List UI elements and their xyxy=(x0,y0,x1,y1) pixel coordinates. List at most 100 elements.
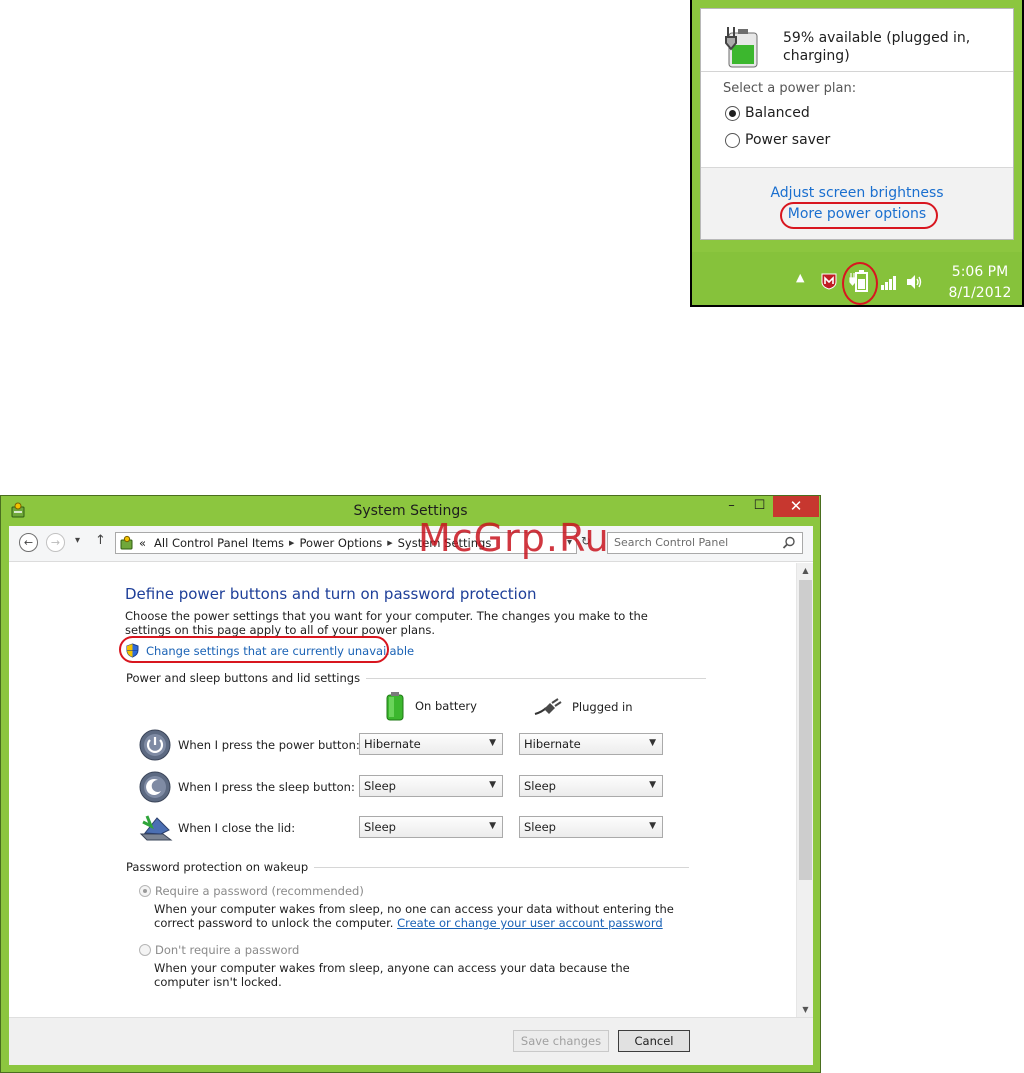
select-value: Sleep xyxy=(364,779,396,793)
on-battery-column-header: On battery xyxy=(385,691,477,721)
scroll-thumb[interactable] xyxy=(799,580,812,880)
flyout-links-area: Adjust screen brightness More power opti… xyxy=(701,167,1013,239)
change-unavailable-settings-link[interactable]: Change settings that are currently unava… xyxy=(125,643,414,658)
taskbar: ▲ 5:06 PM 8/1/2012 xyxy=(692,252,1022,305)
breadcrumb-power-options[interactable]: Power Options xyxy=(299,536,382,550)
select-value: Sleep xyxy=(524,820,556,834)
chevron-down-icon: ▼ xyxy=(489,738,496,748)
power-buttons-group-label: Power and sleep buttons and lid settings xyxy=(126,671,707,685)
uac-shield-icon xyxy=(126,643,139,658)
breadcrumb-all-control-panel-items[interactable]: All Control Panel Items xyxy=(154,536,284,550)
up-button[interactable]: ↑ xyxy=(95,533,106,548)
lid-close-battery-select[interactable]: Sleep ▼ xyxy=(359,816,503,838)
forward-button[interactable]: → xyxy=(46,533,65,552)
clock-date: 8/1/2012 xyxy=(948,285,1012,301)
content-area: Define power buttons and turn on passwor… xyxy=(9,563,813,1065)
page-description: Choose the power settings that you want … xyxy=(125,609,648,637)
group-divider xyxy=(314,866,690,868)
taskbar-clock[interactable]: 5:06 PM 8/1/2012 xyxy=(940,262,1020,304)
cancel-button[interactable]: Cancel xyxy=(618,1030,690,1052)
address-bar[interactable]: « All Control Panel Items ▶ Power Option… xyxy=(115,532,577,554)
on-battery-label: On battery xyxy=(415,699,477,713)
plugged-in-column-header: Plugged in xyxy=(534,698,633,716)
more-power-options-link[interactable]: More power options xyxy=(701,206,1013,222)
save-changes-button[interactable]: Save changes xyxy=(513,1030,609,1052)
plan-radio-balanced[interactable]: Balanced xyxy=(725,105,810,121)
adjust-brightness-link[interactable]: Adjust screen brightness xyxy=(701,185,1013,201)
chevron-down-icon: ▼ xyxy=(489,780,496,790)
battery-column-icon xyxy=(386,692,404,721)
plan-label: Balanced xyxy=(745,105,810,121)
window-client: ← → ▾ ↑ « All Control Panel Items ▶ Powe… xyxy=(9,526,813,1065)
sleep-button-icon xyxy=(139,771,171,803)
sleep-button-plugged-select[interactable]: Sleep ▼ xyxy=(519,775,663,797)
power-button-label: When I press the power button: xyxy=(178,738,360,752)
network-icon[interactable] xyxy=(880,274,898,290)
require-password-radio[interactable]: Require a password (recommended) xyxy=(139,884,364,898)
window-title: System Settings xyxy=(353,503,468,519)
search-input[interactable]: Search Control Panel xyxy=(607,532,803,554)
power-button-plugged-select[interactable]: Hibernate ▼ xyxy=(519,733,663,755)
select-value: Hibernate xyxy=(524,737,581,751)
power-button-row: When I press the power button: Hibernate… xyxy=(139,729,699,761)
radio-indicator xyxy=(725,132,740,148)
mcafee-icon[interactable] xyxy=(820,272,838,290)
battery-charging-icon xyxy=(725,27,758,68)
battery-status-text: 59% available (plugged in, charging) xyxy=(783,30,971,64)
breadcrumb-separator-icon[interactable]: ▶ xyxy=(289,539,294,547)
close-button[interactable]: ✕ xyxy=(773,496,819,517)
address-overflow[interactable]: « xyxy=(139,536,146,550)
page-title: Define power buttons and turn on passwor… xyxy=(125,585,537,603)
group-title: Power and sleep buttons and lid settings xyxy=(126,671,361,685)
title-bar[interactable]: System Settings – ☐ ✕ xyxy=(1,496,820,524)
vertical-scrollbar[interactable]: ▲ ▼ xyxy=(796,563,813,1017)
sleep-button-label: When I press the sleep button: xyxy=(178,780,355,794)
refresh-icon[interactable]: ↻ xyxy=(581,534,591,548)
require-password-label: Require a password (recommended) xyxy=(155,884,364,898)
laptop-lid-icon xyxy=(139,815,173,841)
dont-require-password-radio[interactable]: Don't require a password xyxy=(139,943,299,957)
dont-require-password-description: When your computer wakes from sleep, any… xyxy=(154,961,630,989)
sleep-button-battery-select[interactable]: Sleep ▼ xyxy=(359,775,503,797)
sleep-button-row: When I press the sleep button: Sleep ▼ Sl… xyxy=(139,771,699,803)
lid-close-plugged-select[interactable]: Sleep ▼ xyxy=(519,816,663,838)
back-button[interactable]: ← xyxy=(19,533,38,552)
group-title: Password protection on wakeup xyxy=(126,860,309,874)
address-dropdown-icon[interactable]: ▾ xyxy=(567,537,572,548)
battery-flyout: 59% available (plugged in, charging) Sel… xyxy=(690,0,1024,307)
scroll-up-icon[interactable]: ▲ xyxy=(797,566,814,575)
password-group-label: Password protection on wakeup xyxy=(126,860,690,874)
maximize-button[interactable]: ☐ xyxy=(746,496,773,517)
battery-status-row: 59% available (plugged in, charging) xyxy=(723,21,1013,71)
breadcrumb-system-settings[interactable]: System Settings xyxy=(398,536,492,550)
flyout-divider xyxy=(701,71,1013,72)
select-value: Sleep xyxy=(524,779,556,793)
show-hidden-icons-chevron[interactable]: ▲ xyxy=(796,271,804,284)
power-button-battery-select[interactable]: Hibernate ▼ xyxy=(359,733,503,755)
power-plug-icon xyxy=(534,698,562,715)
radio-indicator xyxy=(139,885,151,897)
battery-icon[interactable] xyxy=(849,269,871,295)
recent-locations-dropdown[interactable]: ▾ xyxy=(75,535,80,546)
chevron-down-icon: ▼ xyxy=(649,821,656,831)
chevron-down-icon: ▼ xyxy=(649,738,656,748)
lid-close-label: When I close the lid: xyxy=(178,821,296,835)
scroll-down-icon[interactable]: ▼ xyxy=(797,1005,814,1014)
admin-link-label: Change settings that are currently unava… xyxy=(146,643,415,658)
minimize-button[interactable]: – xyxy=(718,496,745,517)
breadcrumb-separator-icon[interactable]: ▶ xyxy=(387,539,392,547)
speaker-icon[interactable] xyxy=(906,274,924,290)
navigation-bar: ← → ▾ ↑ « All Control Panel Items ▶ Powe… xyxy=(9,526,813,562)
power-plan-heading: Select a power plan: xyxy=(723,81,857,96)
dont-require-password-label: Don't require a password xyxy=(155,943,300,957)
plan-radio-power-saver[interactable]: Power saver xyxy=(725,132,830,148)
select-value: Hibernate xyxy=(364,737,421,751)
plan-label: Power saver xyxy=(745,132,831,148)
button-bar: Save changes Cancel xyxy=(9,1017,813,1065)
radio-indicator xyxy=(725,105,740,121)
system-settings-window: System Settings – ☐ ✕ ← → ▾ ↑ « All Cont… xyxy=(0,495,821,1073)
search-icon[interactable] xyxy=(782,536,796,550)
change-account-password-link[interactable]: Create or change your user account passw… xyxy=(397,916,663,930)
flyout-panel: 59% available (plugged in, charging) Sel… xyxy=(700,8,1014,240)
plugged-in-label: Plugged in xyxy=(572,700,633,714)
